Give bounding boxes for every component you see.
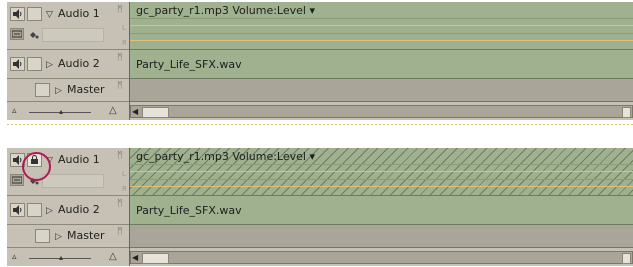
playhead-line [129, 2, 130, 120]
zoom-in-icon[interactable]: △ [109, 251, 117, 262]
keyframe-icon[interactable] [29, 31, 39, 39]
keyframe-navigator[interactable] [42, 174, 104, 188]
track-row-audio2: ▷ Audio 2 ᛗ Party_Life_SFX.wav [7, 196, 633, 225]
channel-label-right: R [122, 39, 127, 47]
clip-audio1[interactable]: gc_party_r1.mp3 Volume:Level ▾ [130, 2, 633, 50]
clip-label: Party_Life_SFX.wav [136, 58, 242, 71]
expand-triangle-icon[interactable]: ▷ [46, 206, 53, 216]
clip-label: gc_party_r1.mp3 Volume:Level ▾ [136, 4, 315, 17]
expand-triangle-icon[interactable]: ▷ [55, 86, 62, 96]
track-name-audio1: Audio 1 [58, 7, 100, 20]
track-name-audio2: Audio 2 [58, 203, 100, 216]
track-row-audio1: ▽ Audio 1 ᛗ L R gc_party_r1.mp3 Volume:L… [7, 148, 633, 196]
waveform [130, 18, 633, 48]
expand-triangle-icon[interactable]: ▷ [55, 232, 62, 242]
expand-triangle-icon[interactable]: ▷ [46, 60, 53, 70]
waveform-toggle-icon [12, 30, 22, 38]
horizontal-scrollbar[interactable]: ◀ [130, 251, 633, 264]
track-name-audio2: Audio 2 [58, 57, 100, 70]
clip-label: gc_party_r1.mp3 Volume:Level ▾ [136, 150, 315, 163]
zoom-in-icon[interactable]: △ [109, 105, 117, 116]
clip-audio2[interactable]: Party_Life_SFX.wav [130, 50, 633, 79]
toggle-output-button[interactable] [10, 7, 25, 21]
track-row-audio2: ▷ Audio 2 ᛗ Party_Life_SFX.wav [7, 50, 633, 79]
channel-label-left: L [122, 170, 126, 178]
pin-icon: ᛗ [117, 199, 123, 209]
track-name-master: Master [67, 83, 105, 96]
toggle-output-button[interactable] [10, 203, 25, 217]
speaker-icon [13, 205, 22, 215]
timeline-panel-locked: ▽ Audio 1 ᛗ L R gc_party_r1.mp3 Volume:L… [7, 148, 633, 266]
zoom-out-icon[interactable]: ▵ [12, 252, 17, 262]
track-row-master: ▷ Master ᛗ [7, 225, 633, 248]
master-toggle-button[interactable] [35, 229, 50, 243]
track-header-audio2: ▷ Audio 2 ᛗ [7, 50, 129, 79]
pin-icon: ᛗ [117, 53, 123, 63]
channel-label-left: L [122, 24, 126, 32]
pin-icon: ᛗ [117, 5, 123, 15]
param-dropdown-icon: ▾ [309, 150, 315, 163]
clip-label: Party_Life_SFX.wav [136, 204, 242, 217]
waveform-toggle-button[interactable] [10, 28, 24, 40]
track-header-audio1: ▽ Audio 1 ᛗ L R [7, 2, 129, 50]
pin-icon: ᛗ [117, 151, 123, 161]
channel-label-right: R [122, 185, 127, 193]
track-row-audio1: ▽ Audio 1 ᛗ L R gc_party_r1.mp3 Volume:L… [7, 2, 633, 50]
master-lane [130, 79, 633, 102]
waveform [130, 164, 633, 194]
waveform-toggle-icon [12, 176, 22, 184]
track-row-master: ▷ Master ᛗ [7, 79, 633, 102]
keyframe-navigator[interactable] [42, 28, 104, 42]
zoom-out-icon[interactable]: ▵ [12, 106, 17, 116]
lock-track-button[interactable] [27, 203, 42, 217]
horizontal-scrollbar[interactable]: ◀ [130, 105, 633, 118]
pin-icon: ᛗ [117, 227, 123, 237]
collapse-triangle-icon[interactable]: ▽ [46, 10, 53, 20]
track-name-audio1: Audio 1 [58, 153, 100, 166]
track-header-audio2: ▷ Audio 2 ᛗ [7, 196, 129, 225]
zoom-slider-knob[interactable]: ▴ [59, 107, 63, 116]
playhead-line [129, 148, 130, 266]
master-toggle-button[interactable] [35, 83, 50, 97]
pin-icon: ᛗ [117, 81, 123, 91]
clip-audio2[interactable]: Party_Life_SFX.wav [130, 196, 633, 225]
zoom-slider-knob[interactable]: ▴ [59, 253, 63, 262]
scroll-left-icon[interactable]: ◀ [132, 253, 138, 262]
toggle-output-button[interactable] [10, 57, 25, 71]
timeline-panel-unlocked: ▽ Audio 1 ᛗ L R gc_party_r1.mp3 Volume:L… [7, 2, 633, 120]
lock-track-button[interactable] [27, 57, 42, 71]
track-header-master: ▷ Master ᛗ [7, 79, 129, 102]
track-header-master: ▷ Master ᛗ [7, 225, 129, 248]
scroll-thumb[interactable] [142, 253, 169, 264]
waveform-toggle-button[interactable] [10, 174, 24, 186]
speaker-icon [13, 9, 22, 19]
scroll-right-button[interactable] [622, 253, 631, 264]
track-name-master: Master [67, 229, 105, 242]
scroll-thumb[interactable] [142, 107, 169, 118]
lock-track-button[interactable] [27, 7, 42, 21]
lock-highlight-circle [22, 152, 51, 181]
scroll-left-icon[interactable]: ◀ [132, 107, 138, 116]
clip-audio1-locked[interactable]: gc_party_r1.mp3 Volume:Level ▾ [130, 148, 633, 196]
speaker-icon [13, 59, 22, 69]
param-dropdown-icon: ▾ [309, 4, 315, 17]
divider [7, 124, 633, 125]
master-lane [130, 225, 633, 248]
scroll-right-button[interactable] [622, 107, 631, 118]
